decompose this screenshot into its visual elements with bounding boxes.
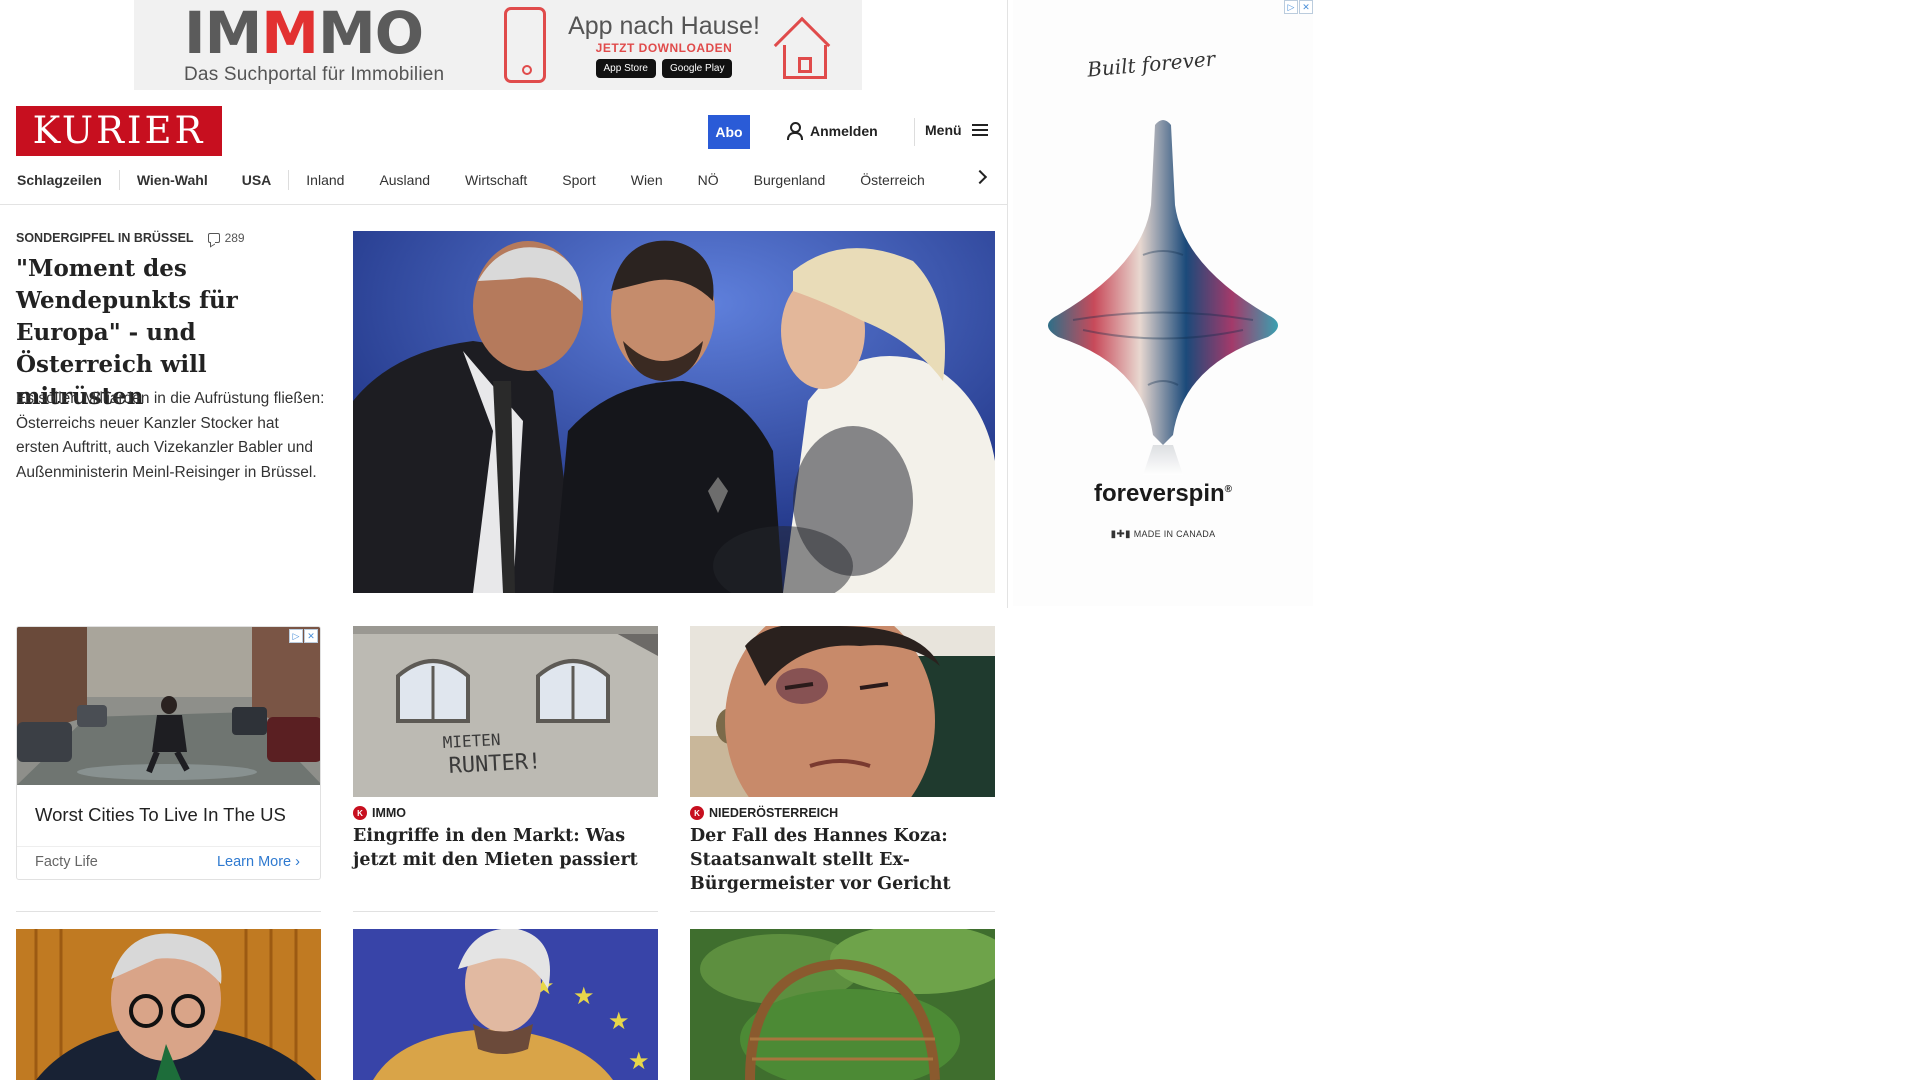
lead-kicker-text: SONDERGIPFEL IN BRÜSSEL [16,231,194,245]
card-kicker-noe: K NIEDERÖSTERREICH [690,806,838,820]
close-icon[interactable]: ✕ [1299,0,1313,14]
canada-flag-icon: ▮✚▮ [1110,529,1131,540]
sponsored-divider [17,846,320,847]
learn-more-label: Learn More [216,854,292,870]
sponsored-photo [17,627,320,785]
ad-brand: foreverspin® [1013,480,1313,508]
app-promo: App nach Hause! JETZT DOWNLOADEN App Sto… [564,12,764,78]
google-play-badge[interactable]: Google Play [662,59,733,78]
spinning-top-illustration [1048,120,1278,475]
card-kicker-text: IMMO [372,806,407,820]
menu-button[interactable]: Menü [925,122,988,138]
made-in-label: ▮✚▮ MADE IN CANADA [1013,529,1313,540]
card-kicker-text: NIEDERÖSTERREICH [709,806,839,820]
nav-item-wirtschaft[interactable]: Wirtschaft [465,172,527,188]
kurier-k-icon: K [353,806,367,820]
graffiti-line1: MIETEN [442,730,501,752]
nav-divider [118,170,120,190]
house-icon [773,16,838,81]
sponsored-source: Facty Life [35,854,98,870]
lead-photo-illustration [353,231,995,593]
card-headline-noe[interactable]: Der Fall des Hannes Koza: Staatsanwalt s… [690,824,995,896]
content-border [1007,0,1008,608]
registered-icon: ® [1224,484,1233,495]
nav-item-wien[interactable]: Wien [631,172,663,188]
bottom-photo-2: ★ ★★★ [353,929,658,1080]
ad-brand-name: foreverspin [1093,480,1225,507]
app-store-badge[interactable]: App Store [595,59,656,78]
header-divider [914,118,915,146]
immo-brand-mid: M [261,0,319,67]
kurier-k-icon: K [690,806,704,820]
sponsored-card[interactable]: ▷ ✕ Worst Cities To Live In The US Facty … [16,626,321,880]
learn-more-link[interactable]: Learn More › [217,854,300,870]
lead-teaser: Es sollen Milliarden in die Aufrüstung f… [16,390,325,481]
nav-item-ausland[interactable]: Ausland [379,172,430,188]
bottom-photo-3 [690,929,995,1080]
card-photo-noe[interactable] [690,626,995,797]
ad-signature: Built forever [1086,46,1217,82]
svg-text:★: ★ [628,1048,650,1075]
chevron-right-icon: › [295,854,300,870]
nav-item-oesterreich[interactable]: Österreich [860,172,925,188]
nav-underline [0,204,1007,205]
svg-text:★: ★ [608,1008,630,1035]
made-in-text: MADE IN CANADA [1133,529,1216,539]
adchoices-badge[interactable]: ▷ ✕ [289,629,318,643]
adchoices-icon[interactable]: ▷ [1284,0,1298,14]
user-icon [786,122,803,140]
row-separator [690,911,995,912]
side-skyscraper-ad[interactable]: ▷ ✕ Built forever foreverspin® ▮✚▮ MADE I… [1013,0,1313,606]
app-promo-cta: JETZT DOWNLOADEN [595,41,733,55]
row-separator [16,911,321,912]
nav-item-usa[interactable]: USA [242,172,272,188]
card-headline-immo[interactable]: Eingriffe in den Markt: Was jetzt mit de… [353,824,658,872]
hamburger-icon [971,124,988,136]
adchoices-badge[interactable]: ▷ ✕ [1284,0,1313,14]
phone-icon [504,7,546,83]
comment-count-value: 289 [224,231,245,245]
nav-item-sport[interactable]: Sport [562,172,595,188]
row-separator [353,911,658,912]
comment-icon [207,233,220,243]
menu-label: Menü [925,122,962,138]
nav-divider [288,170,290,190]
kurier-logo[interactable]: KURIER [16,106,222,156]
nav-item-inland[interactable]: Inland [306,172,344,188]
lead-photo[interactable] [353,231,995,593]
immo-tagline: Das Suchportal für Immobilien [184,64,445,85]
nav-item-noe[interactable]: NÖ [698,172,719,188]
nav-item-burgenland[interactable]: Burgenland [754,172,826,188]
sponsored-title[interactable]: Worst Cities To Live In The US [35,804,286,826]
close-icon[interactable]: ✕ [304,629,318,643]
card-photo-bottom-3[interactable] [690,929,995,1080]
top-banner-ad[interactable]: IMMMO Das Suchportal für Immobilien App … [134,0,862,90]
bottom-photo-1 [16,929,321,1080]
card-photo-bottom-1[interactable] [16,929,321,1080]
login-button[interactable]: Anmelden [786,122,878,140]
nav-item-wien-wahl[interactable]: Wien-Wahl [137,172,208,188]
graffiti-line2: RUNTER! [448,749,542,779]
koza-photo [690,626,995,797]
card-photo-bottom-2[interactable]: ★ ★ ★ ★ [353,929,658,1080]
immo-brand-prefix: IM [184,0,262,67]
chevron-right-icon[interactable] [972,169,988,185]
svg-text:★: ★ [573,983,595,1010]
immo-brand-suffix: MO [318,0,424,67]
card-kicker-immo: K IMMO [353,806,406,820]
abo-button[interactable]: Abo [708,115,750,149]
comment-count[interactable]: 289 [207,231,245,245]
card-photo-immo[interactable]: MIETEN RUNTER! [353,626,658,797]
immo-logo: IMMMO Das Suchportal für Immobilien [184,4,449,86]
app-promo-title: App nach Hause! [568,12,760,40]
adchoices-icon[interactable]: ▷ [289,629,303,643]
immo-photo: MIETEN RUNTER! [353,626,658,797]
nav-item-schlagzeilen[interactable]: Schlagzeilen [17,172,102,188]
section-nav: Schlagzeilen Wien-Wahl USA Inland Auslan… [17,170,925,190]
lead-kicker: SONDERGIPFEL IN BRÜSSEL 289 [16,231,245,245]
login-label: Anmelden [810,122,878,139]
